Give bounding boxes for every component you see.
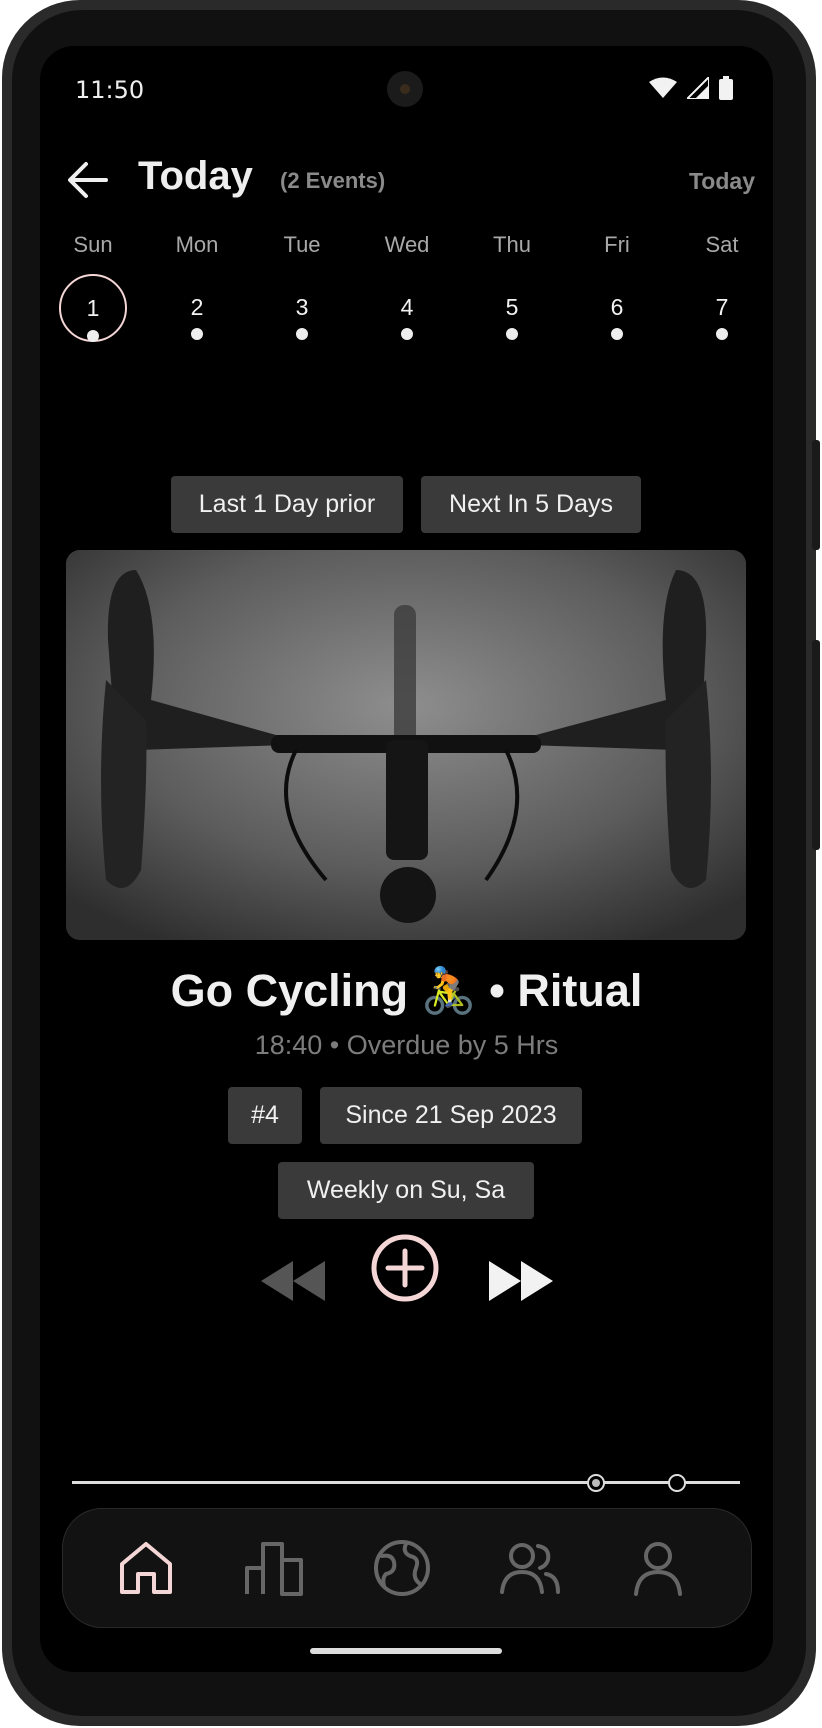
day-thu[interactable]: Thu 5 — [467, 232, 557, 340]
day-name: Tue — [283, 232, 321, 257]
fast-forward-icon[interactable] — [486, 1256, 556, 1306]
timeline-slider-thumb[interactable] — [587, 1474, 605, 1492]
power-button — [812, 440, 820, 550]
event-dot — [296, 328, 308, 340]
event-dot — [716, 328, 728, 340]
day-name: Sat — [705, 232, 739, 257]
add-circle-icon[interactable] — [370, 1233, 440, 1303]
day-mon[interactable]: Mon 2 — [152, 232, 242, 340]
event-dot — [401, 328, 413, 340]
event-dot — [611, 328, 623, 340]
status-time: 11:50 — [75, 76, 145, 104]
phone-device: 11:50 Today (2 Events) Today Sun 1 Mon 2 — [0, 0, 822, 1728]
day-name: Thu — [493, 232, 531, 257]
nav-community[interactable] — [495, 1533, 565, 1603]
gesture-home-bar[interactable] — [310, 1648, 502, 1654]
repeat-schedule-tag: Weekly on Su, Sa — [278, 1162, 534, 1219]
globe-icon — [374, 1540, 430, 1596]
home-icon — [120, 1542, 172, 1594]
nav-explore[interactable] — [367, 1533, 437, 1603]
day-name: Mon — [175, 232, 219, 257]
day-tue[interactable]: Tue 3 — [257, 232, 347, 340]
wifi-icon — [649, 77, 677, 98]
next-event-chip[interactable]: Next In 5 Days — [421, 476, 641, 533]
battery-icon — [719, 76, 733, 100]
day-name: Sun — [73, 232, 113, 257]
day-wed[interactable]: Wed 4 — [362, 232, 452, 340]
event-title: Go Cycling 🚴 • Ritual — [170, 965, 643, 1016]
people-icon — [500, 1543, 560, 1594]
day-sat[interactable]: Sat 7 — [677, 232, 767, 340]
front-camera — [387, 71, 423, 107]
page-title: Today — [138, 154, 253, 198]
today-button[interactable]: Today — [689, 168, 755, 195]
bottom-navigation — [62, 1508, 752, 1628]
bicycle-handlebar-photo — [66, 550, 746, 940]
nav-stats[interactable] — [239, 1533, 309, 1603]
since-date-tag: Since 21 Sep 2023 — [320, 1087, 582, 1144]
day-name: Wed — [384, 232, 430, 257]
timeline-slider-track[interactable] — [72, 1481, 740, 1484]
day-fri[interactable]: Fri 6 — [572, 232, 662, 340]
event-dot — [506, 328, 518, 340]
back-arrow-icon[interactable] — [66, 158, 110, 202]
volume-button — [812, 640, 820, 850]
event-image — [66, 550, 746, 940]
event-count: (2 Events) — [280, 168, 386, 193]
event-time-status: 18:40 • Overdue by 5 Hrs — [254, 1030, 559, 1060]
status-icons — [649, 76, 733, 100]
screen: 11:50 Today (2 Events) Today Sun 1 Mon 2 — [40, 46, 773, 1672]
day-name: Fri — [604, 232, 630, 257]
event-dot — [87, 330, 99, 342]
nav-profile[interactable] — [623, 1533, 693, 1603]
signal-icon — [687, 77, 709, 99]
rewind-icon[interactable] — [258, 1256, 328, 1306]
stats-icon — [245, 1542, 303, 1596]
week-strip: Sun 1 Mon 2 Tue 3 Wed 4 Thu 5 Fri 6 Sat … — [48, 232, 773, 352]
event-dot — [191, 328, 203, 340]
nav-home[interactable] — [111, 1533, 181, 1603]
profile-icon — [634, 1542, 682, 1596]
day-sun[interactable]: Sun 1 — [48, 232, 138, 342]
timeline-slider-marker[interactable] — [668, 1474, 686, 1492]
occurrence-count-tag: #4 — [228, 1087, 302, 1144]
previous-event-chip[interactable]: Last 1 Day prior — [171, 476, 403, 533]
